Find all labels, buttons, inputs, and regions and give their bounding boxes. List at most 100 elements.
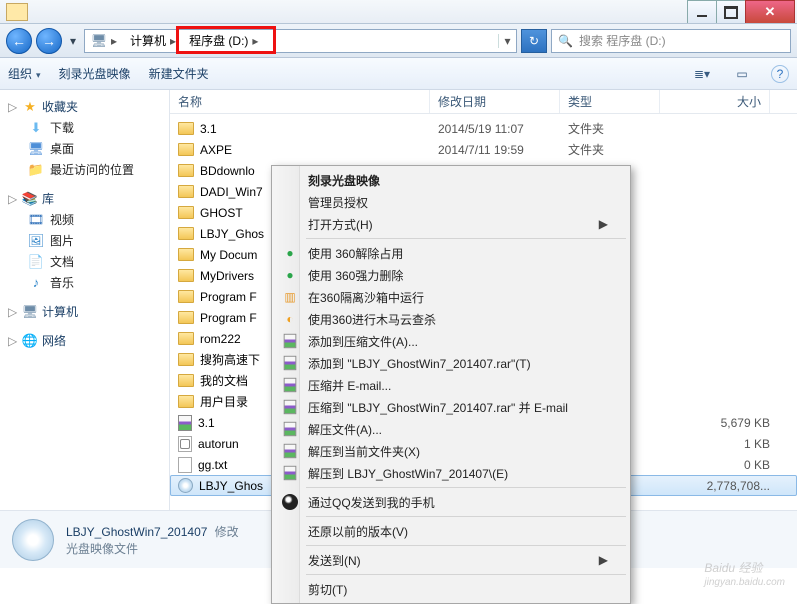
close-button[interactable]: [745, 0, 795, 23]
menu-item-label: 解压到 LBJY_GhostWin7_201407\(E): [308, 465, 508, 482]
folder-icon: [178, 206, 194, 219]
menu-item[interactable]: 管理员授权: [274, 191, 628, 213]
sidebar-network[interactable]: ▷🌐网络: [0, 330, 169, 351]
menu-item-label: 刻录光盘映像: [308, 172, 380, 189]
menu-item[interactable]: 添加到 "LBJY_GhostWin7_201407.rar"(T): [274, 352, 628, 374]
inf-icon: [178, 436, 192, 452]
file-name: AXPE: [200, 143, 232, 157]
menu-item[interactable]: 通过QQ发送到我的手机: [274, 491, 628, 513]
menu-item-icon: ▥: [280, 290, 300, 304]
sidebar-item-pictures[interactable]: 🖼图片: [0, 230, 169, 251]
burn-button[interactable]: 刻录光盘映像: [59, 65, 131, 82]
menu-separator: [306, 545, 626, 546]
file-name: LBJY_Ghos: [199, 479, 263, 493]
addr-seg-computer[interactable]: 计算机: [124, 30, 183, 52]
sidebar-item-desktop[interactable]: 🖥桌面: [0, 138, 169, 159]
submenu-arrow-icon: ▶: [599, 553, 608, 567]
preview-button[interactable]: ▭: [731, 64, 753, 84]
menu-item-icon: [280, 465, 300, 481]
navbar: ← → ▾ 🖥 计算机 程序盘 (D:) ▾ ↻ 🔍 搜索 程序盘 (D:): [0, 24, 797, 58]
file-type: 文件夹: [568, 141, 668, 158]
file-date: 2014/7/11 19:59: [438, 143, 568, 157]
menu-item-icon: [280, 421, 300, 437]
help-button[interactable]: ?: [771, 65, 789, 83]
file-row[interactable]: AXPE 2014/7/11 19:59文件夹: [170, 139, 797, 160]
organize-button[interactable]: 组织: [8, 65, 41, 82]
menu-item[interactable]: 解压到当前文件夹(X): [274, 440, 628, 462]
sidebar-item-downloads[interactable]: ⬇下载: [0, 117, 169, 138]
addr-root-icon[interactable]: 🖥: [85, 30, 124, 52]
menu-item-label: 使用 360解除占用: [308, 245, 403, 262]
file-row[interactable]: 3.12014/5/19 11:07文件夹: [170, 118, 797, 139]
menu-item[interactable]: 解压文件(A)...: [274, 418, 628, 440]
addr-seg-drive[interactable]: 程序盘 (D:): [183, 30, 265, 52]
sidebar: ▷★收藏夹 ⬇下载 🖥桌面 📁最近访问的位置 ▷📚库 🎞视频 🖼图片 📄文档 ♪…: [0, 90, 170, 510]
menu-item-label: 通过QQ发送到我的手机: [308, 494, 435, 511]
refresh-button[interactable]: ↻: [521, 29, 547, 53]
file-name: 搜狗高速下: [200, 351, 260, 368]
menu-item[interactable]: 刻录光盘映像: [274, 169, 628, 191]
search-input[interactable]: 🔍 搜索 程序盘 (D:): [551, 29, 791, 53]
menu-item[interactable]: ●使用 360解除占用: [274, 242, 628, 264]
menu-item-label: 解压到当前文件夹(X): [308, 443, 420, 460]
forward-button[interactable]: →: [36, 28, 62, 54]
sidebar-item-recent[interactable]: 📁最近访问的位置: [0, 159, 169, 180]
column-header: 名称 修改日期 类型 大小: [170, 90, 797, 114]
sidebar-item-documents[interactable]: 📄文档: [0, 251, 169, 272]
col-name[interactable]: 名称: [170, 90, 430, 113]
menu-item-label: 解压文件(A)...: [308, 421, 382, 438]
sidebar-favorites[interactable]: ▷★收藏夹: [0, 96, 169, 117]
view-button[interactable]: ≣▾: [691, 64, 713, 84]
file-size: 0 KB: [668, 458, 778, 472]
file-size: 1 KB: [668, 437, 778, 451]
menu-item-label: 还原以前的版本(V): [308, 523, 408, 540]
newfolder-button[interactable]: 新建文件夹: [149, 65, 209, 82]
menu-item-icon: [280, 333, 300, 349]
file-type: 文件夹: [568, 120, 668, 137]
sidebar-libraries[interactable]: ▷📚库: [0, 188, 169, 209]
menu-item[interactable]: ▥在360隔离沙箱中运行: [274, 286, 628, 308]
folder-icon: [178, 227, 194, 240]
sidebar-item-videos[interactable]: 🎞视频: [0, 209, 169, 230]
menu-separator: [306, 516, 626, 517]
folder-icon: [178, 122, 194, 135]
addr-dropdown[interactable]: ▾: [498, 34, 516, 48]
toolbar: 组织 刻录光盘映像 新建文件夹 ≣▾ ▭ ?: [0, 58, 797, 90]
folder-icon: [178, 311, 194, 324]
col-type[interactable]: 类型: [560, 90, 660, 113]
details-title: LBJY_GhostWin7_201407: [66, 525, 207, 539]
menu-item[interactable]: ◐使用360进行木马云查杀: [274, 308, 628, 330]
col-size[interactable]: 大小: [660, 90, 770, 113]
menu-item[interactable]: 打开方式(H)▶: [274, 213, 628, 235]
folder-icon: [178, 374, 194, 387]
menu-item[interactable]: 压缩到 "LBJY_GhostWin7_201407.rar" 并 E-mail: [274, 396, 628, 418]
back-button[interactable]: ←: [6, 28, 32, 54]
minimize-button[interactable]: [687, 0, 717, 23]
folder-icon: [178, 248, 194, 261]
menu-item[interactable]: 发送到(N)▶: [274, 549, 628, 571]
sidebar-item-music[interactable]: ♪音乐: [0, 272, 169, 293]
folder-icon: [178, 395, 194, 408]
history-dropdown[interactable]: ▾: [66, 34, 80, 48]
menu-item-label: 添加到 "LBJY_GhostWin7_201407.rar"(T): [308, 355, 531, 372]
menu-separator: [306, 238, 626, 239]
address-bar[interactable]: 🖥 计算机 程序盘 (D:) ▾: [84, 29, 517, 53]
file-name: rom222: [200, 332, 241, 346]
folder-icon: [178, 269, 194, 282]
sidebar-computer[interactable]: ▷🖥计算机: [0, 301, 169, 322]
file-name: gg.txt: [198, 458, 227, 472]
menu-item[interactable]: 还原以前的版本(V): [274, 520, 628, 542]
menu-item[interactable]: 剪切(T): [274, 578, 628, 600]
folder-icon: [178, 143, 194, 156]
menu-item[interactable]: ●使用 360强力删除: [274, 264, 628, 286]
menu-item[interactable]: 压缩并 E-mail...: [274, 374, 628, 396]
context-menu: 刻录光盘映像管理员授权打开方式(H)▶ ●使用 360解除占用●使用 360强力删…: [271, 165, 631, 604]
details-extra: 修改: [215, 525, 239, 539]
menu-item[interactable]: 添加到压缩文件(A)...: [274, 330, 628, 352]
col-date[interactable]: 修改日期: [430, 90, 560, 113]
menu-item[interactable]: 解压到 LBJY_GhostWin7_201407\(E): [274, 462, 628, 484]
maximize-button[interactable]: [716, 0, 746, 23]
file-name: GHOST: [200, 206, 243, 220]
folder-icon: [178, 185, 194, 198]
menu-item-icon: [280, 355, 300, 371]
